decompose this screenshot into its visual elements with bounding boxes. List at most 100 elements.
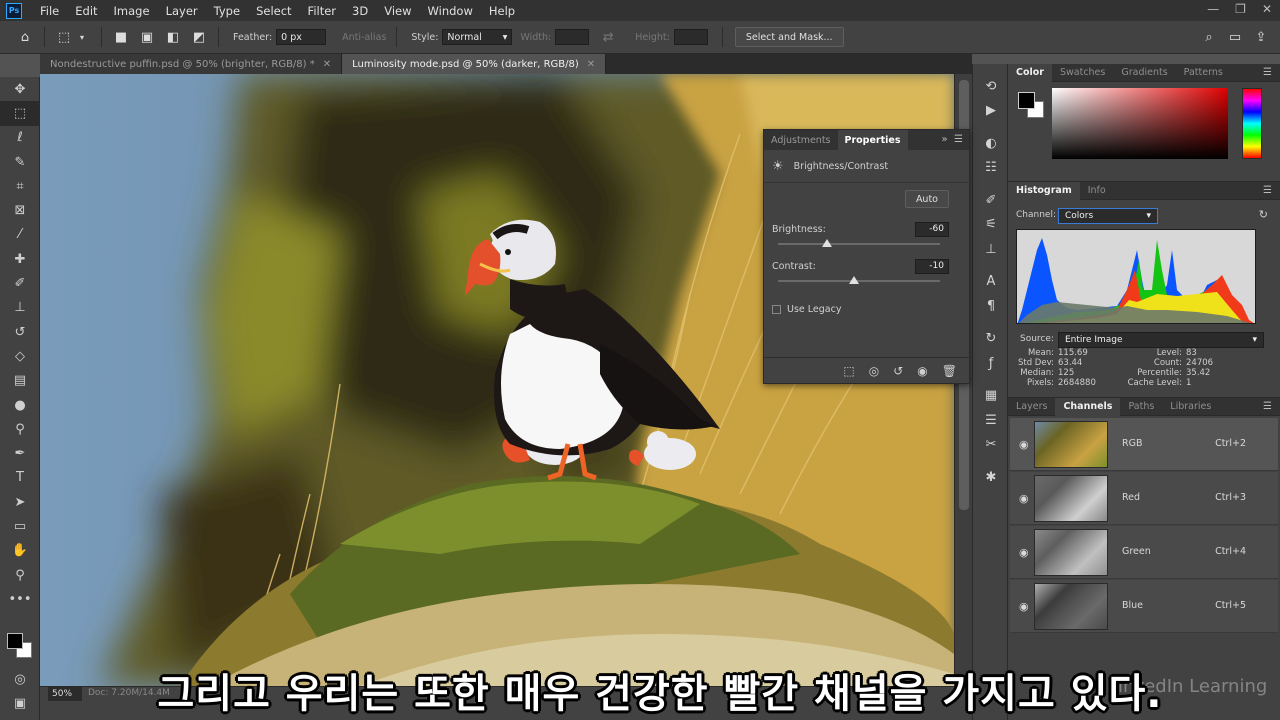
channel-row-green[interactable]: ◉ Green Ctrl+4 [1010, 526, 1278, 579]
minimize-button[interactable]: — [1207, 2, 1219, 16]
panel-menu-icon[interactable]: ☰ [1263, 67, 1272, 78]
foreground-background-colors[interactable] [7, 633, 33, 659]
visibility-eye-icon[interactable]: ◉ [1019, 438, 1029, 451]
tab-layers[interactable]: Layers [1008, 398, 1055, 416]
tab-luminosity-mode[interactable]: Luminosity mode.psd @ 50% (darker, RGB/8… [342, 54, 607, 74]
panel-menu-icon[interactable]: ☰ [1263, 185, 1272, 196]
color-picker-field[interactable] [1052, 88, 1228, 159]
hue-slider[interactable] [1242, 88, 1262, 159]
contrast-slider-handle[interactable] [848, 276, 859, 284]
menu-image[interactable]: Image [106, 4, 158, 18]
quick-mask-icon[interactable]: ◎ [0, 667, 40, 691]
menu-edit[interactable]: Edit [67, 4, 105, 18]
lasso-tool-icon[interactable]: ℓ [0, 126, 40, 150]
source-select[interactable]: Entire Image ▾ [1058, 332, 1264, 348]
select-and-mask-button[interactable]: Select and Mask... [734, 27, 844, 47]
eyedropper-tool-icon[interactable]: ⁄ [0, 223, 40, 247]
home-icon[interactable]: ⌂ [16, 28, 34, 46]
color-swatches[interactable] [1018, 92, 1044, 118]
healing-brush-tool-icon[interactable]: ✚ [0, 247, 40, 271]
channel-row-blue[interactable]: ◉ Blue Ctrl+5 [1010, 580, 1278, 633]
screen-mode-icon[interactable]: ▣ [0, 691, 40, 715]
visibility-eye-icon[interactable]: ◉ [1019, 492, 1029, 505]
gradient-tool-icon[interactable]: ▤ [0, 369, 40, 393]
channel-select[interactable]: Colors ▾ [1058, 208, 1158, 224]
add-selection-icon[interactable]: ▣ [138, 28, 156, 46]
crop-tool-icon[interactable]: ⌗ [0, 174, 40, 198]
notes-panel-icon[interactable]: ☰ [973, 408, 1009, 433]
brush-settings-icon[interactable]: ⚟ [973, 213, 1009, 238]
fx-panel-icon[interactable]: ƒ [973, 351, 1009, 376]
share-icon[interactable]: ⇪ [1252, 28, 1270, 46]
3d-panel-icon[interactable]: ✱ [973, 465, 1009, 490]
clone-stamp-tool-icon[interactable]: ⊥ [0, 296, 40, 320]
blur-tool-icon[interactable]: ● [0, 393, 40, 417]
tab-gradients[interactable]: Gradients [1113, 64, 1175, 82]
close-icon[interactable]: ✕ [323, 59, 331, 70]
zoom-tool-icon[interactable]: ⚲ [0, 563, 40, 587]
menu-window[interactable]: Window [420, 4, 481, 18]
hand-tool-icon[interactable]: ✋ [0, 539, 40, 563]
refresh-icon[interactable]: ↻ [1259, 208, 1268, 221]
tab-color[interactable]: Color [1008, 63, 1052, 82]
paragraph-panel-icon[interactable]: ¶ [973, 294, 1009, 319]
history-brush-tool-icon[interactable]: ↺ [0, 320, 40, 344]
brightness-slider[interactable] [778, 239, 940, 247]
tab-histogram[interactable]: Histogram [1008, 181, 1080, 200]
menu-3d[interactable]: 3D [344, 4, 376, 18]
close-icon[interactable]: ✕ [587, 59, 595, 70]
width-input[interactable] [555, 29, 590, 45]
rectangle-tool-icon[interactable]: ▭ [0, 514, 40, 538]
tab-libraries[interactable]: Libraries [1162, 398, 1219, 416]
layer-comps-icon[interactable]: ▦ [973, 384, 1009, 409]
eraser-tool-icon[interactable]: ◇ [0, 344, 40, 368]
tab-properties[interactable]: Properties [837, 130, 908, 150]
more-tools-icon[interactable]: ••• [0, 587, 40, 611]
menu-layer[interactable]: Layer [158, 4, 206, 18]
intersect-selection-icon[interactable]: ◩ [190, 28, 208, 46]
foreground-color-swatch[interactable] [7, 633, 23, 649]
close-button[interactable]: ✕ [1262, 2, 1272, 16]
new-selection-icon[interactable]: ■ [112, 28, 130, 46]
use-legacy-checkbox[interactable] [772, 305, 781, 314]
move-tool-icon[interactable]: ✥ [0, 77, 40, 101]
visibility-eye-icon[interactable]: ◉ [1019, 600, 1029, 613]
dodge-tool-icon[interactable]: ⚲ [0, 417, 40, 441]
clone-source-icon[interactable]: ⊥ [973, 237, 1009, 262]
brushes-panel-icon[interactable]: ✐ [973, 188, 1009, 213]
styles-panel-icon[interactable]: ↻ [973, 327, 1009, 352]
contrast-input[interactable]: -10 [915, 259, 949, 274]
visibility-eye-icon[interactable]: ◉ [1019, 546, 1029, 559]
panel-menu-icon[interactable]: ☰ [1263, 401, 1272, 412]
swap-icon[interactable]: ⇄ [599, 28, 617, 46]
history-panel-icon[interactable]: ⟲ [973, 74, 1009, 99]
use-legacy-row[interactable]: Use Legacy [772, 304, 841, 315]
height-input[interactable] [673, 29, 708, 45]
subtract-selection-icon[interactable]: ◧ [164, 28, 182, 46]
foreground-color-swatch[interactable] [1018, 92, 1035, 109]
view-previous-icon[interactable]: ◎ [869, 364, 879, 378]
auto-button[interactable]: Auto [904, 190, 949, 208]
style-select[interactable]: Normal ▾ [442, 29, 513, 45]
properties-panel-icon[interactable]: ☷ [973, 156, 1009, 181]
tab-info[interactable]: Info [1080, 182, 1114, 200]
brightness-slider-handle[interactable] [821, 239, 832, 247]
restore-button[interactable]: ❐ [1235, 2, 1246, 16]
menu-select[interactable]: Select [248, 4, 299, 18]
panel-menu-icon[interactable]: » ☰ [942, 134, 963, 145]
tab-patterns[interactable]: Patterns [1176, 64, 1231, 82]
rect-marquee-preset-icon[interactable]: ⬚ [55, 28, 73, 46]
feather-input[interactable]: 0 px [276, 29, 327, 45]
tools-scissors-icon[interactable]: ✂ [973, 433, 1009, 458]
tab-swatches[interactable]: Swatches [1052, 64, 1113, 82]
adjustments-panel-icon[interactable]: ◐ [973, 131, 1009, 156]
character-panel-icon[interactable]: A [973, 270, 1009, 295]
trash-icon[interactable]: 🗑 [942, 364, 957, 378]
channel-row-red[interactable]: ◉ Red Ctrl+3 [1010, 472, 1278, 525]
tab-adjustments[interactable]: Adjustments [764, 130, 838, 150]
channel-row-rgb[interactable]: ◉ RGB Ctrl+2 [1010, 418, 1278, 471]
tab-paths[interactable]: Paths [1120, 398, 1162, 416]
quick-select-tool-icon[interactable]: ✎ [0, 150, 40, 174]
actions-panel-icon[interactable]: ▶ [973, 99, 1009, 124]
chevron-down-icon[interactable]: ▾ [73, 28, 91, 46]
